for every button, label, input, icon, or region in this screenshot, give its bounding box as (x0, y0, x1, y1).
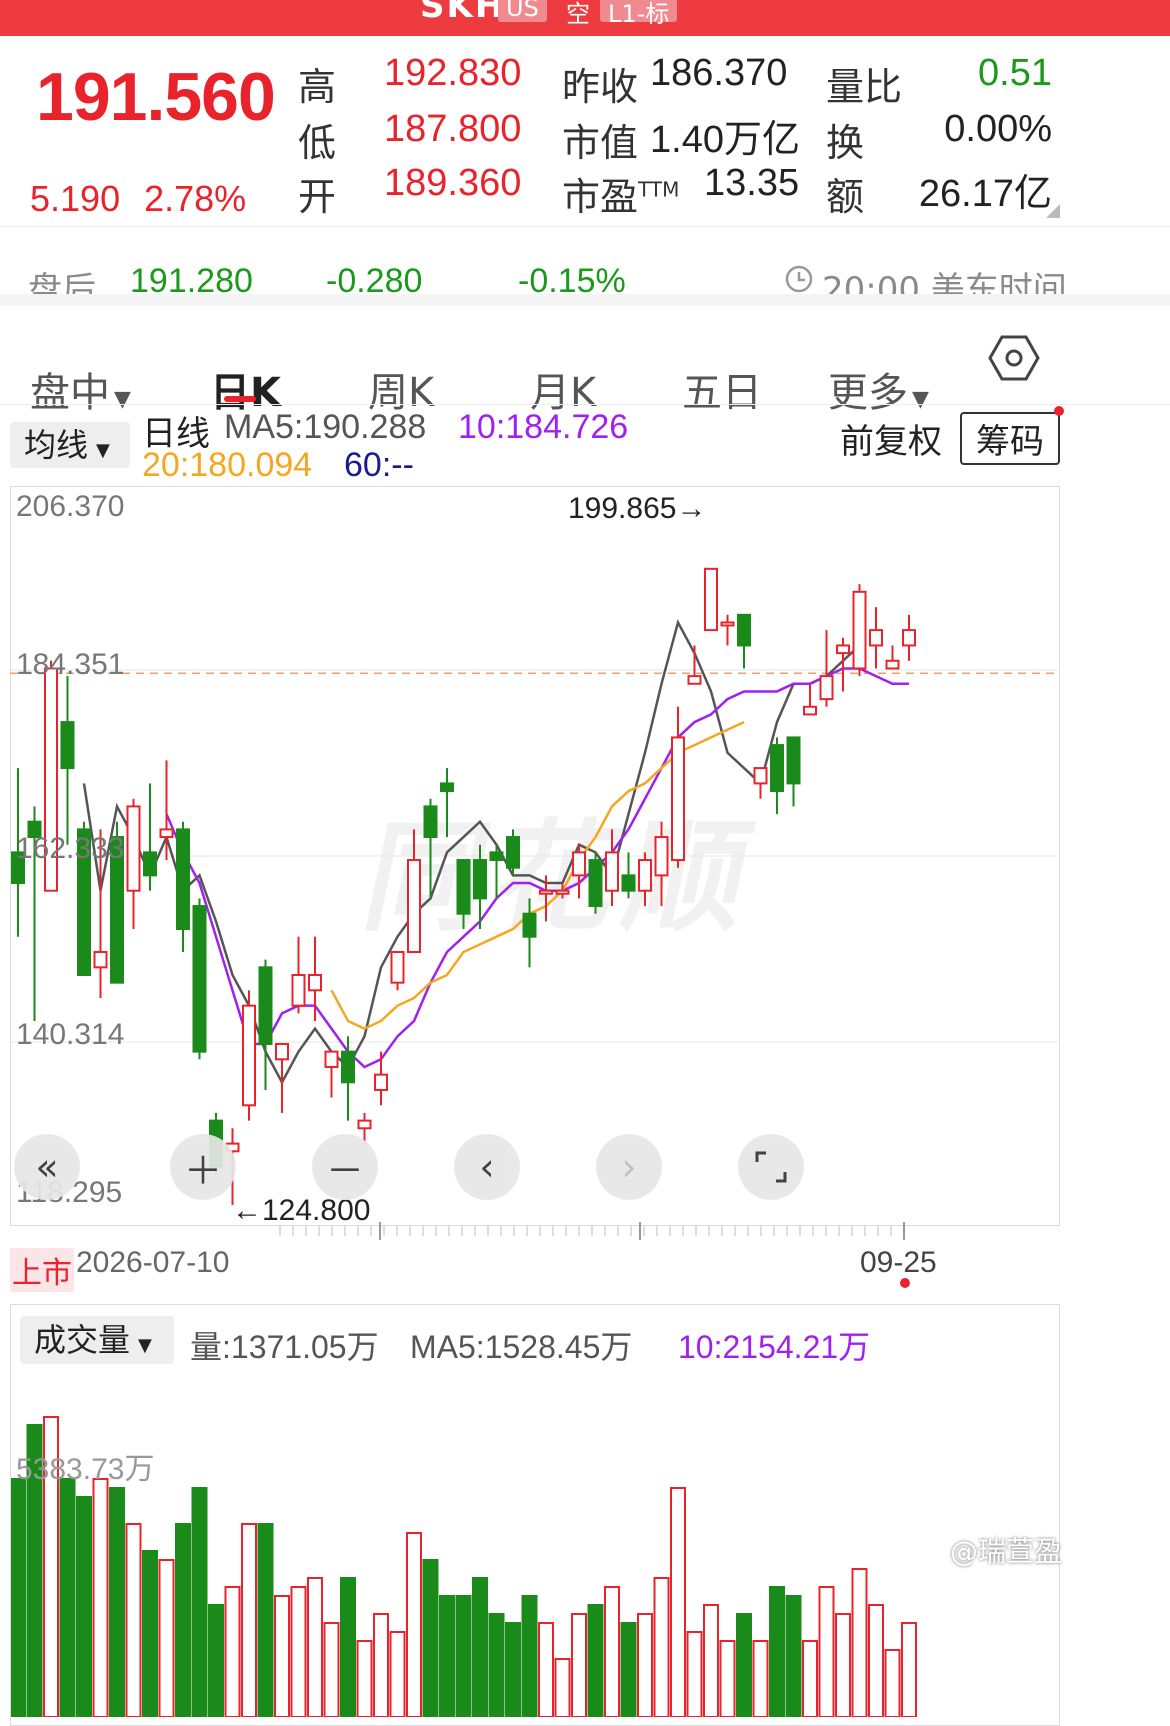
volume-dropdown[interactable]: 成交量 ▼ (20, 1316, 174, 1364)
candle-body (275, 1042, 289, 1061)
candle-body (836, 644, 850, 655)
candle-body (324, 1050, 339, 1068)
fullscreen-icon[interactable] (738, 1134, 804, 1200)
credit-watermark: @瑞萱盈 (950, 1535, 1063, 1568)
candle-body (159, 828, 174, 839)
candle-body (440, 782, 454, 793)
candle-body (506, 836, 520, 869)
end-date: 09-25 (860, 1246, 937, 1279)
candle-body (572, 851, 586, 877)
volume-ma5: MA5:1528.45万 (410, 1329, 633, 1365)
candle-body (687, 675, 702, 685)
candle-body (902, 629, 916, 647)
caret-down-icon: ▼ (138, 1335, 152, 1356)
candle-body (341, 1050, 355, 1084)
candle-body (390, 951, 405, 984)
candle-body (258, 966, 273, 1045)
candle-body (473, 859, 487, 900)
candle-body (671, 736, 685, 862)
candle-body (605, 851, 619, 892)
candle-body (539, 889, 553, 895)
candle-body (852, 590, 867, 670)
candle-body (192, 905, 207, 1053)
volume-value: 量:1371.05万 (190, 1329, 379, 1365)
y-tick: 184.351 (16, 648, 125, 681)
candle-body (720, 621, 735, 627)
candle-body (242, 1004, 256, 1107)
candle-body (737, 613, 751, 647)
candle-body (126, 805, 141, 892)
candle-body (456, 859, 471, 915)
double-left-icon[interactable]: « (14, 1134, 80, 1200)
volume-ma10: 10:2154.21万 (678, 1329, 871, 1365)
zoom-in-icon[interactable]: ＋ (170, 1134, 236, 1200)
candle-body (407, 859, 421, 954)
y-tick: 206.370 (16, 490, 125, 523)
candle-body (621, 874, 636, 892)
candle-body (291, 974, 306, 1007)
candle-body (869, 629, 883, 647)
candle-body (819, 675, 834, 701)
candle-body (638, 859, 652, 892)
volume-dropdown-label: 成交量 (34, 1321, 131, 1359)
listing-label: 上市 (10, 1248, 74, 1292)
candle-body (654, 836, 669, 877)
candle-body (60, 721, 75, 770)
candle-body (803, 705, 817, 716)
candle-body (357, 1119, 372, 1130)
chevron-right-icon[interactable]: › (596, 1134, 662, 1200)
candle-body (555, 889, 570, 895)
candle-body (176, 828, 190, 931)
candle-body (704, 567, 718, 632)
time-axis (279, 1222, 905, 1240)
chevron-left-icon[interactable]: ‹ (454, 1134, 520, 1200)
zoom-out-icon[interactable]: － (312, 1134, 378, 1200)
candle-body (308, 974, 322, 992)
candle-body (522, 912, 537, 938)
candle-body (143, 851, 157, 877)
candle-body (489, 851, 504, 862)
y-tick: 140.314 (16, 1018, 125, 1051)
candle-body (753, 767, 768, 785)
ma10-line (165, 667, 909, 1069)
y-tick: 162.333 (16, 832, 125, 865)
current-date-dot (900, 1278, 910, 1288)
candles (11, 567, 916, 1205)
volume-y-label: 5383.73万 (16, 1453, 155, 1486)
candle-body (770, 744, 784, 793)
candle-body (786, 736, 801, 785)
start-date: 2026-07-10 (76, 1246, 230, 1279)
candle-body (93, 951, 108, 969)
candle-body (423, 805, 438, 839)
candle-body (374, 1073, 388, 1091)
candle-body (588, 859, 603, 908)
max-price-label: 199.865→ (568, 492, 707, 525)
candle-body (885, 659, 900, 670)
